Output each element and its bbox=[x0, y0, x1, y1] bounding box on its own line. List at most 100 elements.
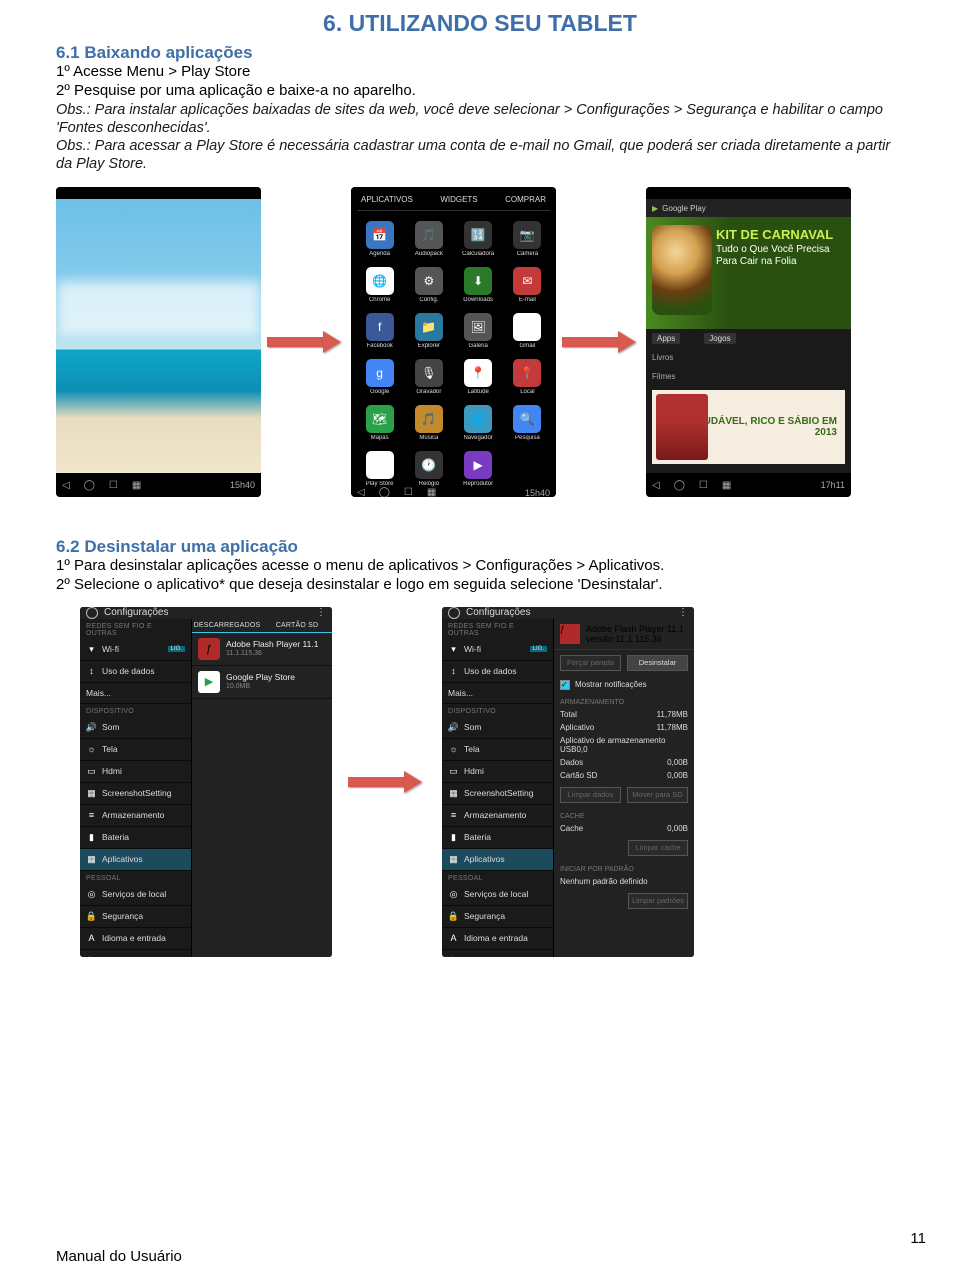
banner-subtitle: Tudo o Que Você Precisa Para Cair na Fol… bbox=[716, 244, 841, 267]
sidebar-icon: ≡ bbox=[448, 810, 459, 821]
app-cell: ⬇Downloads bbox=[456, 267, 501, 303]
app-label: Gravador bbox=[406, 389, 451, 395]
sidebar-label: Fazer backup e re bbox=[464, 955, 533, 957]
sidebar-icon: ▦ bbox=[86, 788, 97, 799]
settings-title: Configurações bbox=[466, 607, 530, 618]
app-cell: 🔢Calculadora bbox=[456, 221, 501, 257]
sidebar-label: Uso de dados bbox=[464, 666, 516, 676]
sidebar-icon: ◎ bbox=[448, 889, 459, 900]
footer-label: Manual do Usuário bbox=[56, 1248, 182, 1265]
app-icon: 🕐 bbox=[415, 451, 443, 479]
sidebar-label: Aplicativos bbox=[102, 854, 143, 864]
settings-header: Configurações ⋮ bbox=[80, 607, 332, 619]
sidebar-item: ≡ Armazenamento bbox=[442, 805, 553, 827]
sidebar-label: Bateria bbox=[102, 832, 129, 842]
settings-title: Configurações bbox=[104, 607, 168, 618]
step-6-1-1: 1º Acesse Menu > Play Store bbox=[56, 63, 904, 82]
sidebar-icon: ▭ bbox=[86, 766, 97, 777]
kv-val: 0,00B bbox=[667, 758, 688, 767]
app-icon: M bbox=[513, 313, 541, 341]
sidebar-item: ↕ Uso de dados bbox=[442, 661, 553, 683]
sidebar-label: Segurança bbox=[102, 911, 143, 921]
app-cell: ▶Play Store bbox=[357, 451, 402, 487]
sidebar-label: ScreenshotSetting bbox=[464, 788, 533, 798]
arrow-icon bbox=[348, 773, 426, 791]
sidebar-item: ☼Tela bbox=[442, 739, 553, 761]
kv-key: Total bbox=[560, 710, 577, 719]
kv-val: 0,00B bbox=[667, 771, 688, 780]
sidebar-item: ↕Uso de dados bbox=[80, 661, 191, 683]
kv-key: Cartão SD bbox=[560, 771, 597, 780]
sidebar-label: Hdmi bbox=[464, 766, 484, 776]
force-stop-button: Forçar parada bbox=[560, 655, 621, 671]
app-cell: ⚙Config. bbox=[406, 267, 451, 303]
checkbox-label: Mostrar notificações bbox=[575, 680, 647, 689]
cache-section-label: CACHE bbox=[554, 808, 694, 822]
kv-val: 11,78MB bbox=[657, 710, 688, 719]
app-label: Galeria bbox=[456, 343, 501, 349]
sidebar-item: AIdioma e entrada bbox=[80, 928, 191, 950]
sidebar-icon: ▦ bbox=[448, 854, 459, 865]
phone-app-drawer: APLICATIVOS WIDGETS COMPRAR 📅Agenda🎵Audi… bbox=[351, 187, 556, 497]
app-label: E-mail bbox=[505, 297, 550, 303]
phone-settings-list: Configurações ⋮ REDES SEM FIO E OUTRAS▾W… bbox=[80, 607, 332, 957]
sidebar-icon: ☼ bbox=[448, 744, 459, 755]
app-label: Audiopack bbox=[406, 251, 451, 257]
sidebar-label: Armazenamento bbox=[464, 810, 526, 820]
back-icon: ◁ bbox=[357, 487, 365, 497]
app-cell: ✉E-mail bbox=[505, 267, 550, 303]
step-6-2-1: 1º Para desinstalar aplicações acesse o … bbox=[56, 557, 904, 576]
kv-key: Dados bbox=[560, 758, 583, 767]
tab-sdcard: CARTÃO SD bbox=[262, 619, 332, 632]
sidebar-item: ▦Aplicativos bbox=[442, 849, 553, 871]
app-icon: ⚙ bbox=[415, 267, 443, 295]
menu-icon: ⋮ bbox=[678, 607, 688, 618]
sidebar-item: 🔒Segurança bbox=[80, 906, 191, 928]
phone-play-store: ▶ Google Play KIT DE CARNAVAL Tudo o Que… bbox=[646, 187, 851, 497]
sidebar-label: Armazenamento bbox=[102, 810, 164, 820]
checkbox-icon bbox=[560, 680, 570, 690]
phone-settings-appinfo: Configurações ⋮ REDES SEM FIO E OUTRAS▾W… bbox=[442, 607, 694, 957]
app-name: Google Play Store bbox=[226, 673, 295, 682]
no-default-label: Nenhum padrão definido bbox=[560, 877, 648, 886]
sidebar-icon: ↕ bbox=[86, 666, 97, 677]
app-label: Local bbox=[505, 389, 550, 395]
app-grid: 📅Agenda🎵Audiopack🔢Calculadora📷Câmera🌐Chr… bbox=[357, 211, 550, 487]
back-icon: ◁ bbox=[62, 480, 70, 491]
storage-section-label: ARMAZENAMENTO bbox=[554, 694, 694, 708]
sidebar-item: AIdioma e entrada bbox=[442, 928, 553, 950]
app-label: Câmera bbox=[505, 251, 550, 257]
sidebar-label: Mais... bbox=[448, 688, 473, 698]
sidebar-category: DISPOSITIVO bbox=[80, 704, 191, 717]
sidebar-item: ☼Tela bbox=[80, 739, 191, 761]
clock-label: 17h11 bbox=[821, 480, 845, 490]
sidebar-item: ◎Serviços de local bbox=[442, 884, 553, 906]
app-name: Adobe Flash Player 11.1 bbox=[586, 624, 684, 634]
app-cell: 🌐Navegador bbox=[456, 405, 501, 441]
sidebar-label: Segurança bbox=[464, 911, 505, 921]
app-cell: 🗺Mapas bbox=[357, 405, 402, 441]
phone-homescreen: ◁ ◯ ☐ ▦ 15h40 bbox=[56, 187, 261, 497]
app-cell: 🔍Pesquisa bbox=[505, 405, 550, 441]
tab-downloaded: DESCARREGADOS bbox=[192, 619, 262, 632]
gear-icon bbox=[448, 607, 460, 619]
play-icon: ▶ bbox=[652, 204, 658, 213]
app-icon: 🌐 bbox=[464, 405, 492, 433]
arrow-icon bbox=[562, 333, 640, 351]
nav-bar: ◁ ◯ ☐ ▦ 17h11 bbox=[646, 473, 851, 497]
app-cell: fFacebook bbox=[357, 313, 402, 349]
recents-icon: ☐ bbox=[109, 480, 118, 491]
app-icon: ▶ bbox=[464, 451, 492, 479]
sidebar-item: Mais... bbox=[442, 683, 553, 704]
recents-icon: ☐ bbox=[404, 487, 413, 497]
chip-jogos: Jogos bbox=[704, 333, 735, 344]
kv-val: 0,00B bbox=[667, 824, 688, 833]
settings-detail: ƒ Adobe Flash Player 11.1 versão 11.1.11… bbox=[554, 619, 694, 957]
screenshot-icon: ▦ bbox=[427, 487, 436, 497]
app-label: Downloads bbox=[456, 297, 501, 303]
app-label: Agenda bbox=[357, 251, 402, 257]
sidebar-icon: ↕ bbox=[448, 666, 459, 677]
app-icon: ▶ bbox=[366, 451, 394, 479]
sidebar-icon: ↻ bbox=[86, 955, 97, 957]
sidebar-item: ▦ScreenshotSetting bbox=[80, 783, 191, 805]
